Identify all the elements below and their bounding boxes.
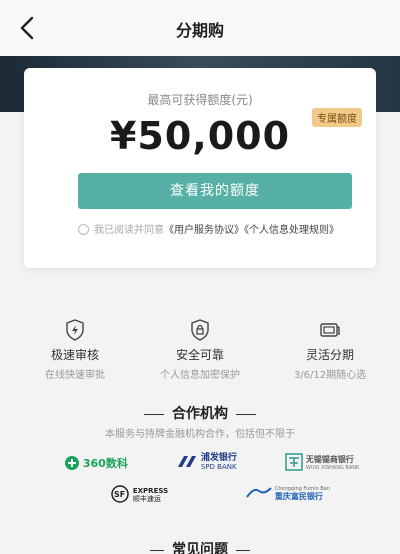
- top-nav-bar: 分期购: [0, 0, 400, 56]
- logo-name: 浦发银行: [200, 453, 237, 463]
- exclusive-limit-badge: 专属额度: [312, 108, 362, 127]
- feature-subtitle: 3/6/12期随心选: [293, 370, 367, 381]
- faq-title-text: 常见问题: [172, 542, 228, 554]
- faq-title: 常见问题: [0, 539, 400, 554]
- feature-title: 极速审核: [50, 348, 99, 362]
- logo-fumin-bank: Chongqing Fumin Ban 重庆富民银行: [246, 485, 330, 503]
- logo-name: EXPRESS: [132, 487, 169, 495]
- privacy-rules-link[interactable]: 《个人信息处理规则》: [244, 225, 339, 236]
- credit-limit-label: 最高可获得额度(元): [147, 93, 253, 107]
- lightning-shield-icon: [66, 319, 84, 341]
- spd-bank-emblem-icon: [178, 456, 196, 467]
- feature-subtitle: 个人信息加密保护: [160, 370, 240, 381]
- credit-card-panel: 最高可获得额度(元) ¥50,000 专属额度 查看我的额度 我已阅读并同意《用…: [24, 68, 376, 268]
- svg-text:SF: SF: [114, 490, 125, 499]
- logo-sub: 顺丰速运: [132, 495, 161, 503]
- feature-row: 极速审核 在线快速审批 安全可靠 个人信息加密保护 灵活分期 3/6/12期随心…: [0, 318, 400, 381]
- fumin-emblem-icon: [246, 487, 272, 498]
- title-dash-left: [150, 549, 164, 551]
- logo-sub: SPD BANK: [200, 463, 237, 471]
- feature-title: 灵活分期: [305, 348, 354, 362]
- plus-circle-icon: [65, 456, 79, 470]
- logo-sf-express: SF EXPRESS 顺丰速运: [110, 485, 168, 503]
- xishang-emblem-icon: [285, 453, 303, 471]
- agree-prefix: 我已阅读并同意: [94, 225, 164, 236]
- feature-flexible: 灵活分期 3/6/12期随心选: [275, 318, 385, 381]
- view-limit-button[interactable]: 查看我的额度: [78, 173, 352, 209]
- feature-subtitle: 在线快速审批: [45, 370, 105, 381]
- logo-name: 360数科: [82, 457, 128, 470]
- logo-sub: WUXI XISHANG BANK: [305, 465, 360, 471]
- partners-subtitle: 本服务与持牌金融机构合作，包括但不限于: [105, 429, 295, 440]
- partners-title-text: 合作机构: [172, 406, 228, 422]
- agree-radio[interactable]: [78, 224, 89, 235]
- title-dash-left: [144, 413, 164, 415]
- sf-emblem-icon: SF: [111, 485, 129, 503]
- agreement-row: 我已阅读并同意《用户服务协议》《个人信息处理规则》: [78, 223, 368, 238]
- logo-xishang-bank: 无锡锡商银行 WUXI XISHANG BANK: [285, 453, 359, 471]
- title-dash-right: [236, 549, 250, 551]
- page-title: 分期购: [175, 21, 224, 40]
- title-dash-right: [236, 413, 256, 415]
- feature-fast-review: 极速审核 在线快速审批: [20, 318, 130, 381]
- feature-title: 安全可靠: [175, 348, 224, 362]
- logo-spd-bank: 浦发银行 SPD BANK: [176, 453, 237, 471]
- lock-shield-icon: [191, 319, 209, 341]
- card-icon: [320, 323, 340, 337]
- logo-360-shuke: 360数科: [64, 455, 128, 473]
- logo-name: 重庆富民银行: [274, 492, 323, 501]
- partners-title: 合作机构: [0, 403, 400, 423]
- logo-name: 无锡锡商银行: [305, 455, 354, 464]
- feature-safe: 安全可靠 个人信息加密保护: [145, 318, 255, 381]
- user-agreement-link[interactable]: 《用户服务协议》: [164, 225, 244, 236]
